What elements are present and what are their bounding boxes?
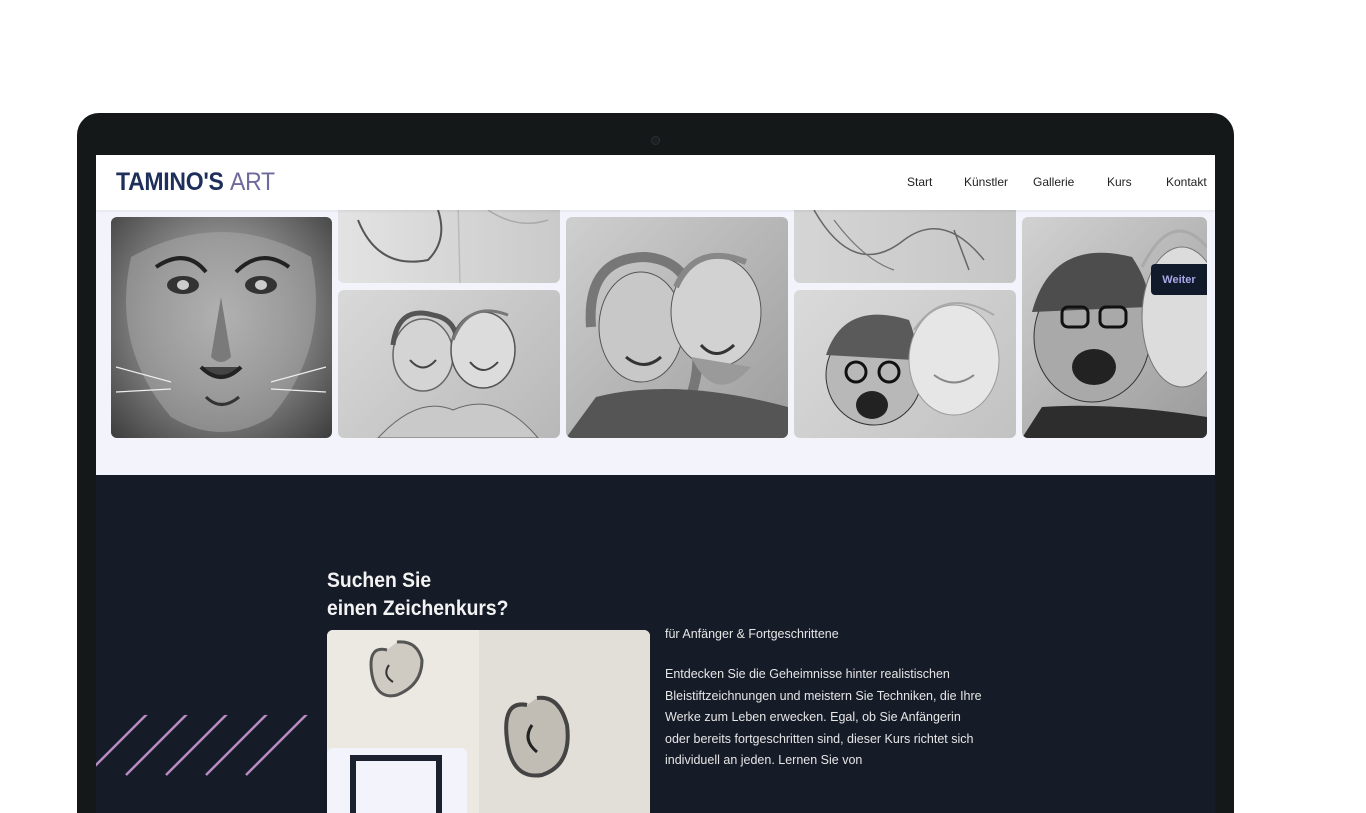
gallery-strip: Weiter [96,200,1215,475]
gallery-image-couple-portrait[interactable] [566,217,788,438]
nav-item-kontakt[interactable]: Kontakt [1166,175,1207,189]
site-header: TAMINO'S ART Start Künstler Gallerie Kurs… [96,155,1215,210]
course-description: Entdecken Sie die Geheimnisse hinter rea… [665,667,982,767]
website-screen: TAMINO'S ART Start Künstler Gallerie Kurs… [96,155,1215,813]
course-heading-line2: einen Zeichenkurs? [327,597,509,620]
course-image-ears [327,630,650,813]
nav-item-gallerie[interactable]: Gallerie [1033,175,1074,189]
gallery-image-lion[interactable] [111,217,332,438]
laptop-frame: TAMINO'S ART Start Künstler Gallerie Kurs… [77,113,1234,813]
gallery-next-button[interactable]: Weiter [1151,264,1207,295]
nav-item-start[interactable]: Start [907,175,932,189]
decorative-stripes [96,715,308,776]
portrait-partial-drawing [357,200,549,283]
gallery-image-portrait-partial[interactable] [338,200,560,283]
gallery-image-beanies-sketch[interactable] [794,290,1016,438]
camera-icon [651,136,660,145]
course-heading-line1: Suchen Sie [327,569,432,592]
nav-item-kurs[interactable]: Kurs [1107,175,1132,189]
gallery-image-beanies-drawing[interactable] [1022,217,1207,438]
course-heading: Suchen Sie einen Zeichenkurs? [327,567,508,623]
course-subtitle: für Anfänger & Fortgeschrittene [665,627,839,641]
beanies-drawing [1022,229,1207,438]
course-section: Suchen Sie einen Zeichenkurs? für Anfäng… [96,475,1215,813]
gallery-image-couple-sketch[interactable] [338,290,560,438]
main-nav: Start Künstler Gallerie Kurs Kontakt [96,175,1215,191]
couple-portrait-drawing [566,251,788,438]
couple-sketch-drawing [377,309,539,438]
beanies-sketch-drawing [825,302,1000,426]
ears-drawing [327,630,650,813]
line-sketch-drawing [813,209,985,271]
gallery-image-line-sketch[interactable] [794,200,1016,283]
lion-drawing [115,232,327,432]
nav-item-kuenstler[interactable]: Künstler [964,175,1008,189]
